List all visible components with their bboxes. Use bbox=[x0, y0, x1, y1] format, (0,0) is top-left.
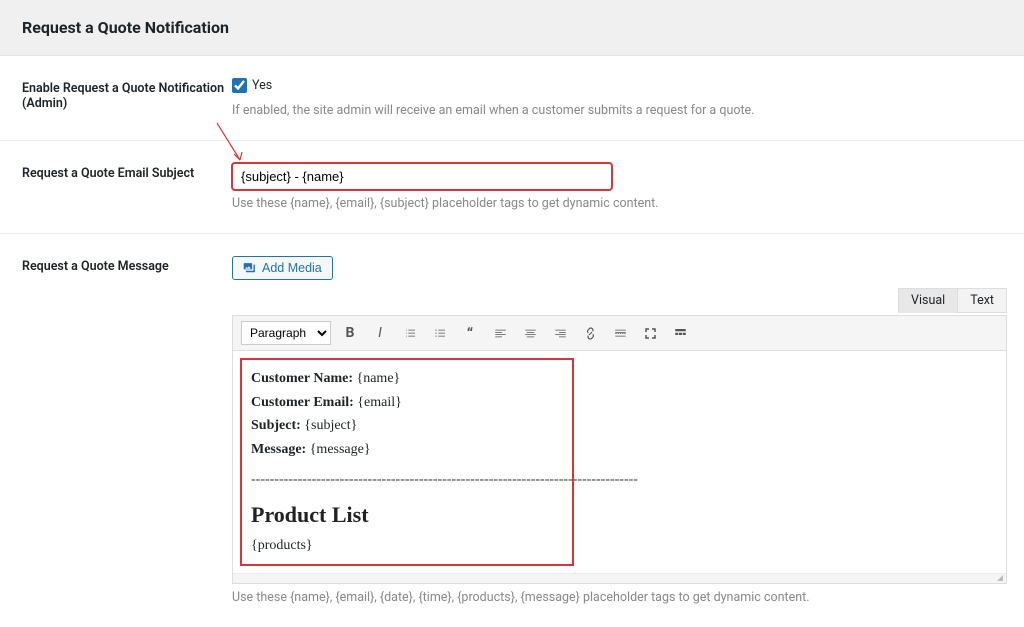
subject-label: Request a Quote Email Subject bbox=[22, 163, 232, 181]
enable-checkbox-label: Yes bbox=[252, 78, 272, 93]
subject-help: Use these {name}, {email}, {subject} pla… bbox=[232, 196, 1002, 211]
editor-wrap: Paragraph B I “ bbox=[232, 315, 1007, 584]
align-right-button[interactable] bbox=[549, 322, 571, 344]
enable-label: Enable Request a Quote Notification (Adm… bbox=[22, 78, 232, 111]
link-button[interactable] bbox=[579, 322, 601, 344]
toolbar-toggle-button[interactable] bbox=[669, 322, 691, 344]
page-header: Request a Quote Notification bbox=[0, 0, 1024, 56]
content-heading: Product List bbox=[251, 498, 988, 532]
enable-section: Enable Request a Quote Notification (Adm… bbox=[0, 56, 1024, 141]
content-email-label: Customer Email: bbox=[251, 395, 354, 410]
editor-tabs: Visual Text bbox=[899, 288, 1007, 313]
subject-section: Request a Quote Email Subject Use these … bbox=[0, 141, 1024, 234]
content-name-label: Customer Name: bbox=[251, 371, 353, 386]
quote-button[interactable]: “ bbox=[459, 322, 481, 344]
message-section: Request a Quote Message Add Media Visual… bbox=[0, 234, 1024, 627]
editor-body[interactable]: Customer Name: {name} Customer Email: {e… bbox=[233, 351, 1006, 573]
enable-checkbox-wrap[interactable]: Yes bbox=[232, 78, 272, 93]
content-subject-label: Subject: bbox=[251, 418, 301, 433]
format-select[interactable]: Paragraph bbox=[241, 321, 331, 345]
content-divider: ----------------------------------------… bbox=[251, 469, 988, 491]
enable-help: If enabled, the site admin will receive … bbox=[232, 103, 1002, 118]
page-title: Request a Quote Notification bbox=[22, 18, 1002, 37]
tab-visual[interactable]: Visual bbox=[898, 288, 958, 313]
bullet-list-button[interactable] bbox=[399, 322, 421, 344]
content-message-val: {message} bbox=[310, 442, 371, 457]
editor-toolbar: Paragraph B I “ bbox=[233, 316, 1006, 351]
tab-text[interactable]: Text bbox=[957, 288, 1007, 313]
italic-button[interactable]: I bbox=[369, 322, 391, 344]
content-message-label: Message: bbox=[251, 442, 306, 457]
readmore-button[interactable] bbox=[609, 322, 631, 344]
number-list-button[interactable] bbox=[429, 322, 451, 344]
enable-checkbox[interactable] bbox=[232, 78, 247, 93]
editor-resize-handle[interactable] bbox=[233, 573, 1006, 583]
add-media-button[interactable]: Add Media bbox=[232, 256, 333, 280]
media-icon bbox=[243, 261, 257, 275]
content-subject-val: {subject} bbox=[304, 418, 357, 433]
subject-input[interactable] bbox=[232, 163, 612, 190]
align-center-button[interactable] bbox=[519, 322, 541, 344]
content-name-val: {name} bbox=[357, 371, 401, 386]
content-products: {products} bbox=[251, 535, 988, 557]
content-email-val: {email} bbox=[357, 395, 402, 410]
message-help: Use these {name}, {email}, {date}, {time… bbox=[232, 590, 1007, 605]
bold-button[interactable]: B bbox=[339, 322, 361, 344]
fullscreen-button[interactable] bbox=[639, 322, 661, 344]
add-media-label: Add Media bbox=[262, 261, 322, 275]
message-label: Request a Quote Message bbox=[22, 256, 232, 274]
align-left-button[interactable] bbox=[489, 322, 511, 344]
